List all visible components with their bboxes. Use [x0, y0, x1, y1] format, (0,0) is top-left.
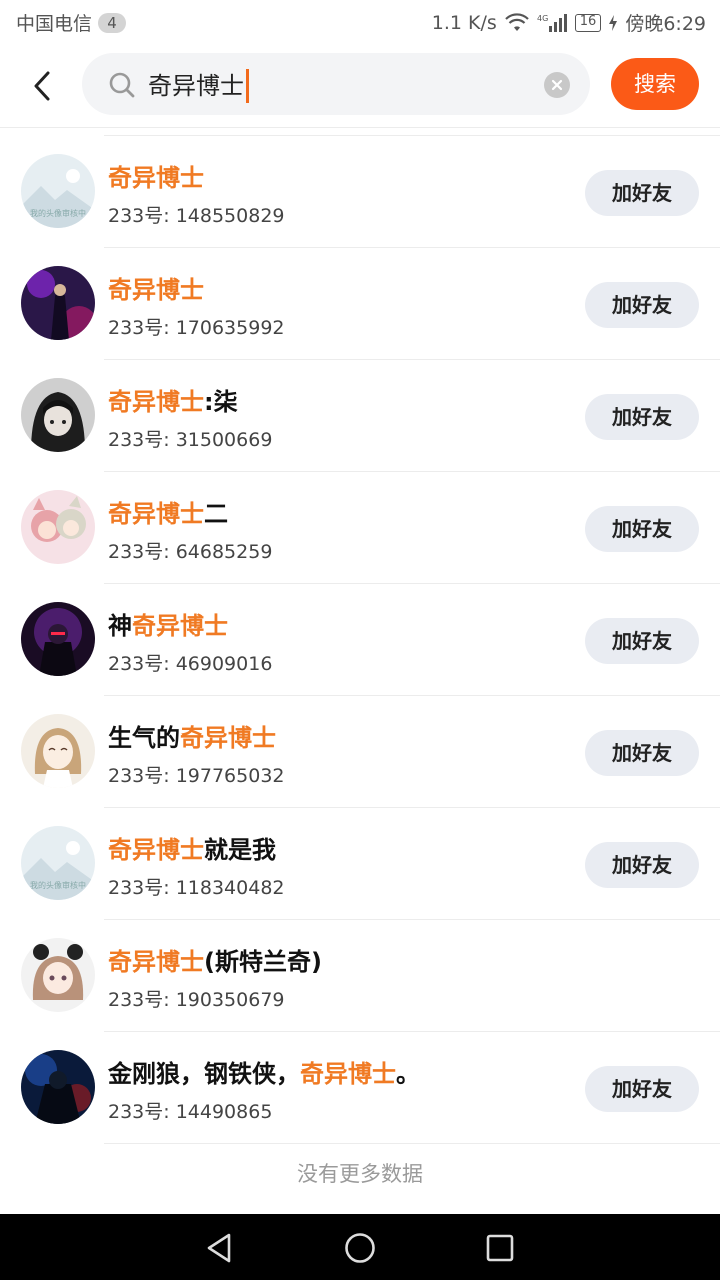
user-name: 奇异博士 [108, 270, 204, 305]
user-id: 233号: 46909016 [108, 653, 273, 675]
user-avatar[interactable]: 我的头像审核中 [21, 826, 95, 900]
user-avatar[interactable] [21, 714, 95, 788]
close-icon [551, 79, 563, 91]
name-highlight: 奇异博士 [108, 500, 204, 528]
list-top-divider [104, 128, 720, 136]
add-friend-button[interactable]: 加好友 [585, 282, 699, 328]
result-row[interactable]: 奇异博士(斯特兰奇) 233号: 190350679 [0, 920, 720, 1032]
user-name: 金刚狼，钢铁侠，奇异博士。 [108, 1054, 420, 1089]
text-caret [246, 69, 249, 103]
user-name: 奇异博士:柒 [108, 382, 238, 417]
user-id: 233号: 170635992 [108, 317, 285, 339]
search-header: 奇异博士 搜索 [0, 44, 720, 128]
name-highlight: 奇异博士 [108, 836, 204, 864]
nav-recents-button[interactable] [483, 1231, 517, 1265]
search-query-text: 奇异博士 [148, 72, 244, 100]
add-friend-button[interactable]: 加好友 [585, 730, 699, 776]
result-row[interactable]: 我的头像审核中 奇异博士 233号: 148550829 加好友 [0, 136, 720, 248]
name-text: :柒 [204, 388, 238, 416]
user-name: 生气的奇异博士 [108, 718, 276, 753]
add-friend-button[interactable]: 加好友 [585, 842, 699, 888]
cell-signal-icon: 4G [537, 13, 567, 33]
search-input[interactable]: 奇异博士 [148, 69, 249, 103]
name-text: 神 [108, 612, 132, 640]
user-id: 233号: 190350679 [108, 989, 285, 1011]
name-highlight: 奇异博士 [108, 948, 204, 976]
chevron-left-icon [34, 71, 50, 101]
name-text: 二 [204, 500, 228, 528]
avatar-pending-text: 我的头像审核中 [30, 208, 86, 218]
user-avatar[interactable] [21, 266, 95, 340]
charging-icon [609, 14, 618, 31]
name-highlight: 奇异博士 [300, 1060, 396, 1088]
result-row[interactable]: 奇异博士二 233号: 64685259 加好友 [0, 472, 720, 584]
back-button[interactable] [22, 64, 62, 108]
search-box[interactable]: 奇异博士 [82, 53, 590, 115]
triangle-back-icon [207, 1233, 231, 1263]
user-name: 奇异博士 [108, 158, 204, 193]
name-text: 生气的 [108, 724, 180, 752]
user-avatar[interactable] [21, 490, 95, 564]
user-id: 233号: 148550829 [108, 205, 285, 227]
user-name: 奇异博士二 [108, 494, 228, 529]
name-highlight: 奇异博士 [108, 388, 204, 416]
user-avatar[interactable] [21, 602, 95, 676]
name-text: 金刚狼，钢铁侠， [108, 1060, 300, 1088]
result-row[interactable]: 奇异博士 233号: 170635992 加好友 [0, 248, 720, 360]
clear-search-button[interactable] [544, 72, 570, 98]
name-text: 。 [396, 1060, 420, 1088]
nav-back-button[interactable] [203, 1231, 237, 1265]
circle-home-icon [345, 1233, 375, 1263]
add-friend-button[interactable]: 加好友 [585, 506, 699, 552]
result-row[interactable]: 我的头像审核中 奇异博士就是我 233号: 118340482 加好友 [0, 808, 720, 920]
name-highlight: 奇异博士 [180, 724, 276, 752]
add-friend-button[interactable]: 加好友 [585, 1066, 699, 1112]
nav-home-button[interactable] [343, 1231, 377, 1265]
signal-label: 4G [537, 14, 548, 23]
name-text: 就是我 [204, 836, 276, 864]
row-divider [104, 1143, 720, 1144]
no-more-data-label: 没有更多数据 [297, 1162, 423, 1186]
name-highlight: 奇异博士 [132, 612, 228, 640]
search-results-list: 我的头像审核中 奇异博士 233号: 148550829 加好友 奇异博士 233号: 1… [0, 128, 720, 1144]
square-recents-icon [486, 1234, 514, 1262]
notification-count-badge: 4 [98, 12, 127, 33]
avatar-pending-text: 我的头像审核中 [30, 880, 86, 890]
user-id: 233号: 197765032 [108, 765, 285, 787]
add-friend-button[interactable]: 加好友 [585, 170, 699, 216]
user-name: 神奇异博士 [108, 606, 228, 641]
user-name: 奇异博士(斯特兰奇) [108, 942, 322, 977]
user-avatar[interactable] [21, 938, 95, 1012]
user-id: 233号: 118340482 [108, 877, 285, 899]
user-avatar[interactable] [21, 378, 95, 452]
clock: 傍晚6:29 [625, 13, 706, 35]
result-row[interactable]: 神奇异博士 233号: 46909016 加好友 [0, 584, 720, 696]
name-highlight: 奇异博士 [108, 276, 204, 304]
add-friend-button[interactable]: 加好友 [585, 618, 699, 664]
carrier-label: 中国电信 [16, 13, 93, 35]
battery-indicator: 16 [574, 13, 602, 32]
user-avatar[interactable]: 我的头像审核中 [21, 154, 95, 228]
user-avatar[interactable] [21, 1050, 95, 1124]
result-row[interactable]: 生气的奇异博士 233号: 197765032 加好友 [0, 696, 720, 808]
result-row[interactable]: 奇异博士:柒 233号: 31500669 加好友 [0, 360, 720, 472]
name-highlight: 奇异博士 [108, 164, 204, 192]
user-name: 奇异博士就是我 [108, 830, 276, 865]
network-speed: 1.1 K/s [431, 11, 497, 34]
result-row[interactable]: 金刚狼，钢铁侠，奇异博士。 233号: 14490865 加好友 [0, 1032, 720, 1144]
add-friend-button[interactable]: 加好友 [585, 394, 699, 440]
user-id: 233号: 31500669 [108, 429, 273, 451]
user-id: 233号: 14490865 [108, 1101, 273, 1123]
user-id: 233号: 64685259 [108, 541, 273, 563]
search-icon [108, 71, 136, 103]
status-bar: 中国电信 4 1.1 K/s 4G 16 傍晚6:29 [0, 0, 720, 44]
wifi-icon [505, 12, 529, 33]
system-nav-bar [0, 1214, 720, 1280]
name-text: (斯特兰奇) [204, 948, 322, 976]
search-button[interactable]: 搜索 [611, 58, 699, 110]
